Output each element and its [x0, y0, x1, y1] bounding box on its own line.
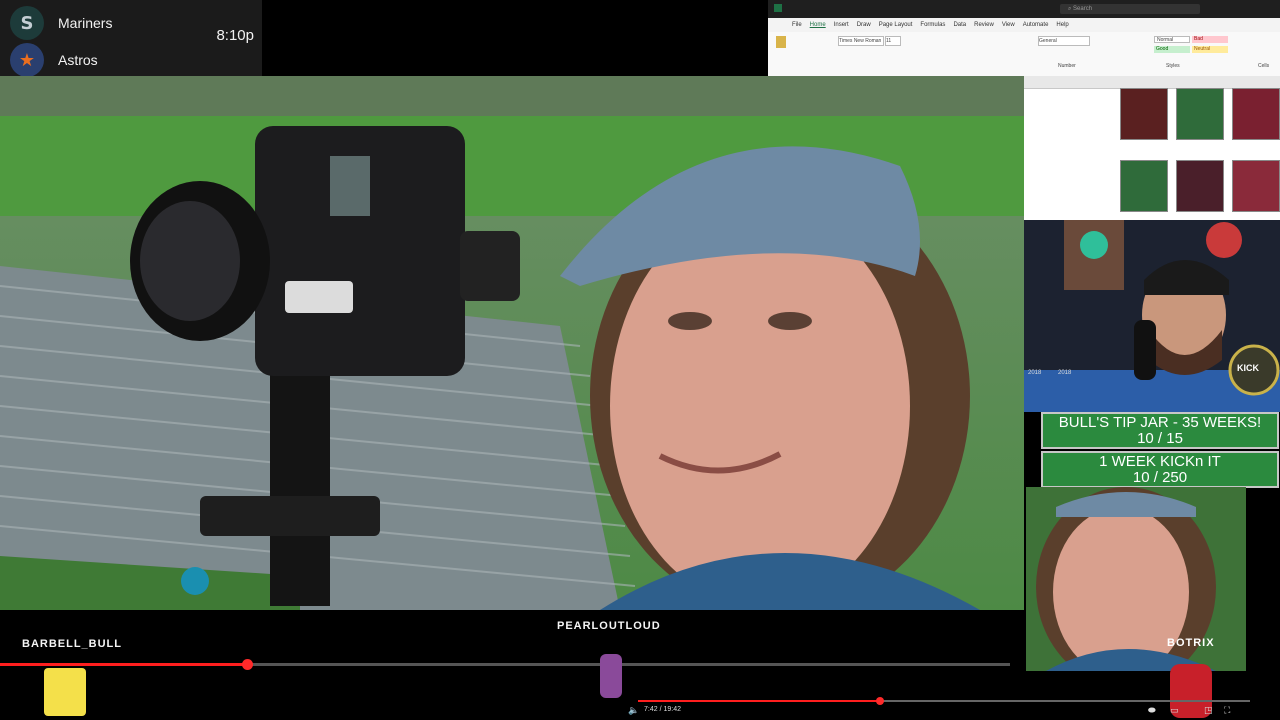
mini-time-display: 7:42 / 19:42 [644, 706, 681, 713]
excel-ribbon: Times New Roman 11 General Normal Bad Go… [768, 32, 1280, 76]
group-label-number: Number [1058, 63, 1076, 69]
trading-card [1232, 160, 1280, 212]
excel-tab[interactable]: Automate [1023, 22, 1049, 28]
pip-video: BOTRIX [1026, 487, 1246, 671]
excel-tab[interactable]: Formulas [920, 22, 945, 28]
excel-tab[interactable]: View [1002, 22, 1015, 28]
spreadsheet-pane [1024, 76, 1280, 220]
excel-tab[interactable]: File [792, 22, 802, 28]
excel-search-placeholder: Search [1073, 6, 1093, 12]
style-neutral[interactable]: Neutral [1192, 46, 1228, 53]
volume-icon[interactable]: 🔈 [628, 706, 639, 716]
trading-card [1232, 88, 1280, 140]
trading-card [1120, 88, 1168, 140]
user-tag-botrix: BOTRIX [1167, 637, 1215, 649]
excel-tab[interactable]: Help [1056, 22, 1068, 28]
excel-tab[interactable]: Page Layout [879, 22, 913, 28]
mariners-logo-icon: S [10, 6, 44, 40]
team-name-astros: Astros [58, 52, 98, 68]
video-progress-handle[interactable] [242, 659, 254, 670]
video-progress-bar[interactable] [0, 659, 1010, 670]
excel-window: ⌕ Search File Home Insert Draw Page Layo… [768, 0, 1280, 77]
webcam-feed: KICK 2018 2018 [1024, 220, 1280, 412]
sheet-row-year: 2018 [1058, 370, 1072, 376]
team-row-mariners: S Mariners [10, 6, 112, 40]
number-format-select[interactable]: General [1038, 36, 1090, 46]
goal-title: BULL'S TIP JAR - 35 WEEKS! [1058, 414, 1262, 431]
captions-icon[interactable]: ▭ [1170, 706, 1179, 716]
excel-title-bar: ⌕ Search [768, 0, 1280, 18]
font-name-select[interactable]: Times New Roman [838, 36, 884, 46]
kick-badge: KICK [1237, 363, 1259, 373]
mini-progress-fill [638, 700, 880, 702]
spongebob-sprite-icon [44, 668, 86, 716]
user-tag-pearloutloud: PEARLOUTLOUD [557, 620, 661, 632]
trading-card [1120, 160, 1168, 212]
excel-tab[interactable]: Home [810, 22, 826, 28]
avatar-sprite-icon [600, 654, 622, 698]
style-bad[interactable]: Bad [1192, 36, 1228, 43]
mini-player-controls: 🔈 7:42 / 19:42 ⬬ ▭ ◳ ⛶ [600, 697, 1260, 720]
fullscreen-icon[interactable]: ⛶ [1224, 706, 1230, 716]
video-frame-image [0, 76, 1024, 610]
astros-logo-icon: ★ [10, 43, 44, 77]
bottom-bar: BARBELL_BULL PEARLOUTLOUD [0, 610, 1024, 668]
team-row-astros: ★ Astros [10, 43, 98, 77]
sheet-row-year: 2018 [1028, 370, 1042, 376]
group-label-styles: Styles [1166, 63, 1180, 69]
goal-value: 10 / 15 [1137, 430, 1183, 447]
streamer-webcam-image [1024, 220, 1280, 412]
excel-tab[interactable]: Review [974, 22, 994, 28]
goal-value: 10 / 250 [1132, 469, 1188, 486]
style-normal[interactable]: Normal [1154, 36, 1190, 43]
paste-icon[interactable] [776, 36, 786, 48]
settings-toggle-icon[interactable]: ⬬ [1148, 706, 1156, 716]
video-progress-fill [0, 663, 248, 666]
mini-progress-handle[interactable] [875, 697, 884, 705]
mini-progress-bar[interactable] [638, 697, 1250, 705]
main-video[interactable] [0, 76, 1024, 610]
user-tag-barbell-bull: BARBELL_BULL [22, 638, 122, 650]
goal-kick: 1 WEEK KICKn IT 10 / 250 [1041, 451, 1279, 488]
excel-ribbon-tabs: File Home Insert Draw Page Layout Formul… [768, 18, 1280, 32]
trading-card [1176, 160, 1224, 212]
team-name-mariners: Mariners [58, 15, 113, 31]
game-time: 8:10p [216, 27, 254, 44]
miniplayer-icon[interactable]: ◳ [1204, 706, 1213, 716]
goal-tip-jar: BULL'S TIP JAR - 35 WEEKS! 10 / 15 [1041, 412, 1279, 449]
excel-tab[interactable]: Data [953, 22, 966, 28]
style-good[interactable]: Good [1154, 46, 1190, 53]
trading-card [1176, 88, 1224, 140]
scoreboard: S Mariners ★ Astros 8:10p [0, 0, 262, 80]
excel-tab[interactable]: Draw [857, 22, 871, 28]
font-size-select[interactable]: 11 [885, 36, 901, 46]
group-label-cells: Cells [1258, 63, 1270, 69]
goal-title: 1 WEEK KICKn IT [1099, 453, 1221, 470]
excel-app-icon [774, 4, 782, 12]
excel-tab[interactable]: Insert [834, 22, 849, 28]
excel-search-input[interactable]: ⌕ Search [1060, 4, 1200, 14]
